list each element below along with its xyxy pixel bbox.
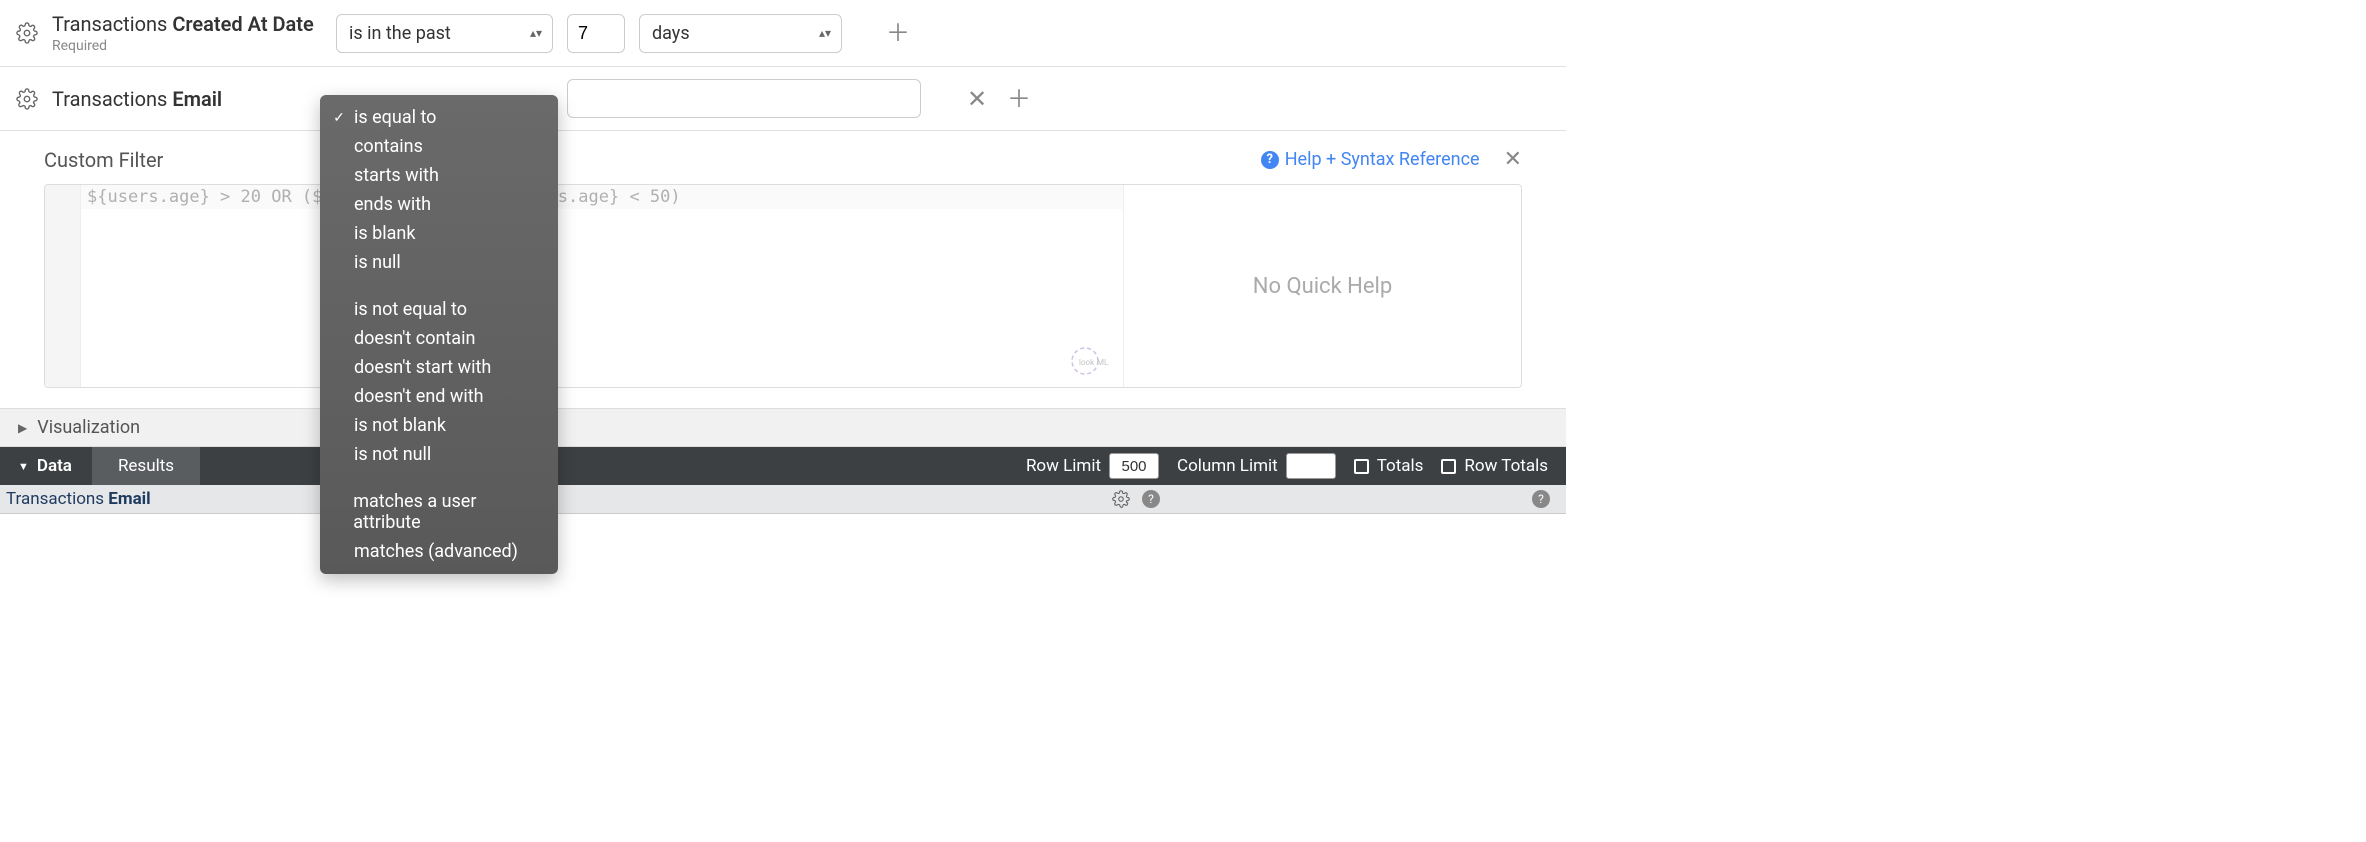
dropdown-item[interactable]: ends with [320, 190, 558, 219]
filter-required-label: Required [52, 38, 322, 54]
help-icon: ? [1261, 151, 1279, 169]
gear-icon[interactable] [1112, 490, 1130, 508]
plus-icon[interactable]: ＋ [1007, 87, 1031, 111]
custom-filter-editor[interactable]: ${users.age} > 20 OR (${ ${users.age} < … [45, 185, 1123, 387]
close-icon[interactable]: ✕ [965, 87, 989, 111]
column-limit-control: Column Limit [1177, 453, 1336, 479]
dropdown-item[interactable]: is blank [320, 219, 558, 248]
dropdown-item[interactable]: ✓ is equal to [320, 103, 558, 132]
custom-filter-body: ${users.age} > 20 OR (${ ${users.age} < … [44, 184, 1522, 388]
gear-icon[interactable] [16, 88, 38, 110]
dropdown-item[interactable]: is not equal to [320, 295, 558, 324]
totals-control[interactable]: Totals [1354, 456, 1424, 476]
custom-filter-title: Custom Filter [44, 148, 163, 172]
results-tab-label: Results [118, 456, 174, 476]
dropdown-item-label: is equal to [354, 107, 436, 128]
unit-select[interactable]: days ▴▾ [639, 14, 842, 53]
column-limit-label: Column Limit [1177, 456, 1278, 476]
dropdown-item-label: is blank [354, 223, 415, 244]
dropdown-item[interactable]: doesn't contain [320, 324, 558, 353]
row-limit-input[interactable] [1109, 453, 1159, 479]
help-icon[interactable]: ? [1142, 490, 1160, 508]
custom-filter-section: Custom Filter ? Help + Syntax Reference … [0, 131, 1566, 408]
visualization-bar[interactable]: ▶ Visualization [0, 408, 1566, 447]
dropdown-item[interactable]: doesn't start with [320, 353, 558, 382]
chevron-updown-icon: ▴▾ [530, 27, 542, 39]
operator-dropdown[interactable]: ✓ is equal to contains starts with ends with… [320, 95, 558, 574]
quick-help-panel: No Quick Help [1123, 185, 1521, 387]
chevron-down-icon[interactable]: ▼ [18, 460, 29, 473]
results-tab[interactable]: Results [92, 447, 200, 485]
dropdown-item-label: matches a user attribute [353, 491, 540, 533]
table-header-row: Transactions Email ? ? [0, 485, 1566, 514]
dropdown-item-label: doesn't end with [354, 386, 484, 407]
filter-label-email: Transactions Email [52, 87, 322, 111]
quick-help-text: No Quick Help [1253, 274, 1393, 299]
column-header-prefix: Transactions [6, 489, 108, 509]
checkbox-icon[interactable] [1354, 459, 1369, 474]
editor-code-content: ${users.age} > 20 OR (${ ${users.age} < … [81, 185, 1123, 209]
plus-icon[interactable]: ＋ [886, 21, 910, 45]
svg-text:ML: ML [1097, 358, 1109, 367]
dropdown-item-label: matches (advanced) [354, 541, 518, 562]
filter-label-bold: Email [172, 87, 222, 111]
dropdown-item-label: is not null [354, 444, 431, 465]
column-limit-input[interactable] [1286, 453, 1336, 479]
check-icon: ✓ [330, 110, 348, 126]
dropdown-item[interactable]: is not null [320, 440, 558, 469]
column-header-actions: ? [750, 490, 1170, 508]
filter-value-input[interactable] [567, 14, 625, 53]
column-header-2: ? [1170, 490, 1560, 508]
totals-label: Totals [1377, 456, 1424, 476]
dropdown-item-label: is null [354, 252, 401, 273]
row-totals-label: Row Totals [1464, 456, 1548, 476]
column-header-bold: Email [108, 489, 150, 509]
dropdown-item-label: ends with [354, 194, 431, 215]
chevron-right-icon: ▶ [18, 421, 27, 435]
filter-text-input[interactable] [567, 79, 921, 118]
help-link-text: Help + Syntax Reference [1285, 149, 1480, 170]
help-syntax-link[interactable]: ? Help + Syntax Reference [1261, 149, 1480, 170]
dropdown-item-label: doesn't contain [354, 328, 475, 349]
visualization-label: Visualization [37, 417, 140, 438]
svg-text:look: look [1079, 358, 1095, 367]
dropdown-item[interactable]: starts with [320, 161, 558, 190]
dropdown-item-label: doesn't start with [354, 357, 491, 378]
row-totals-control[interactable]: Row Totals [1441, 456, 1548, 476]
dropdown-item-label: is not blank [354, 415, 446, 436]
filter-label-prefix: Transactions [52, 12, 172, 36]
dropdown-item[interactable]: contains [320, 132, 558, 161]
data-label[interactable]: Data [37, 456, 72, 476]
data-bar: ▼ Data Results Row Limit Column Limit To… [0, 447, 1566, 485]
operator-value: is in the past [349, 23, 451, 44]
filter-label-created-at: Transactions Created At Date Required [52, 12, 322, 54]
dropdown-item[interactable]: matches (advanced) [320, 537, 558, 566]
filter-row-created-at: Transactions Created At Date Required is… [0, 0, 1566, 67]
unit-value: days [652, 23, 690, 44]
dropdown-item[interactable]: is not blank [320, 411, 558, 440]
filter-label-bold: Created At Date [172, 12, 313, 36]
editor-gutter [45, 185, 81, 387]
dropdown-item[interactable]: is null [320, 248, 558, 277]
gear-icon[interactable] [16, 22, 38, 44]
row-limit-control: Row Limit [1026, 453, 1159, 479]
filter-row-email: Transactions Email ✕ ＋ [0, 67, 1566, 131]
checkbox-icon[interactable] [1441, 459, 1456, 474]
dropdown-item[interactable]: matches a user attribute [320, 487, 558, 537]
dropdown-item[interactable]: doesn't end with [320, 382, 558, 411]
operator-select-created-at[interactable]: is in the past ▴▾ [336, 14, 553, 53]
help-icon[interactable]: ? [1532, 490, 1550, 508]
close-icon[interactable]: ✕ [1504, 147, 1522, 172]
lookml-logo: lookML [1069, 345, 1113, 377]
editor-code-area[interactable]: ${users.age} > 20 OR (${ ${users.age} < … [81, 185, 1123, 387]
dropdown-item-label: is not equal to [354, 299, 467, 320]
row-limit-label: Row Limit [1026, 456, 1101, 476]
filter-label-prefix: Transactions [52, 87, 172, 111]
dropdown-item-label: contains [354, 136, 423, 157]
chevron-updown-icon: ▴▾ [819, 27, 831, 39]
dropdown-item-label: starts with [354, 165, 439, 186]
